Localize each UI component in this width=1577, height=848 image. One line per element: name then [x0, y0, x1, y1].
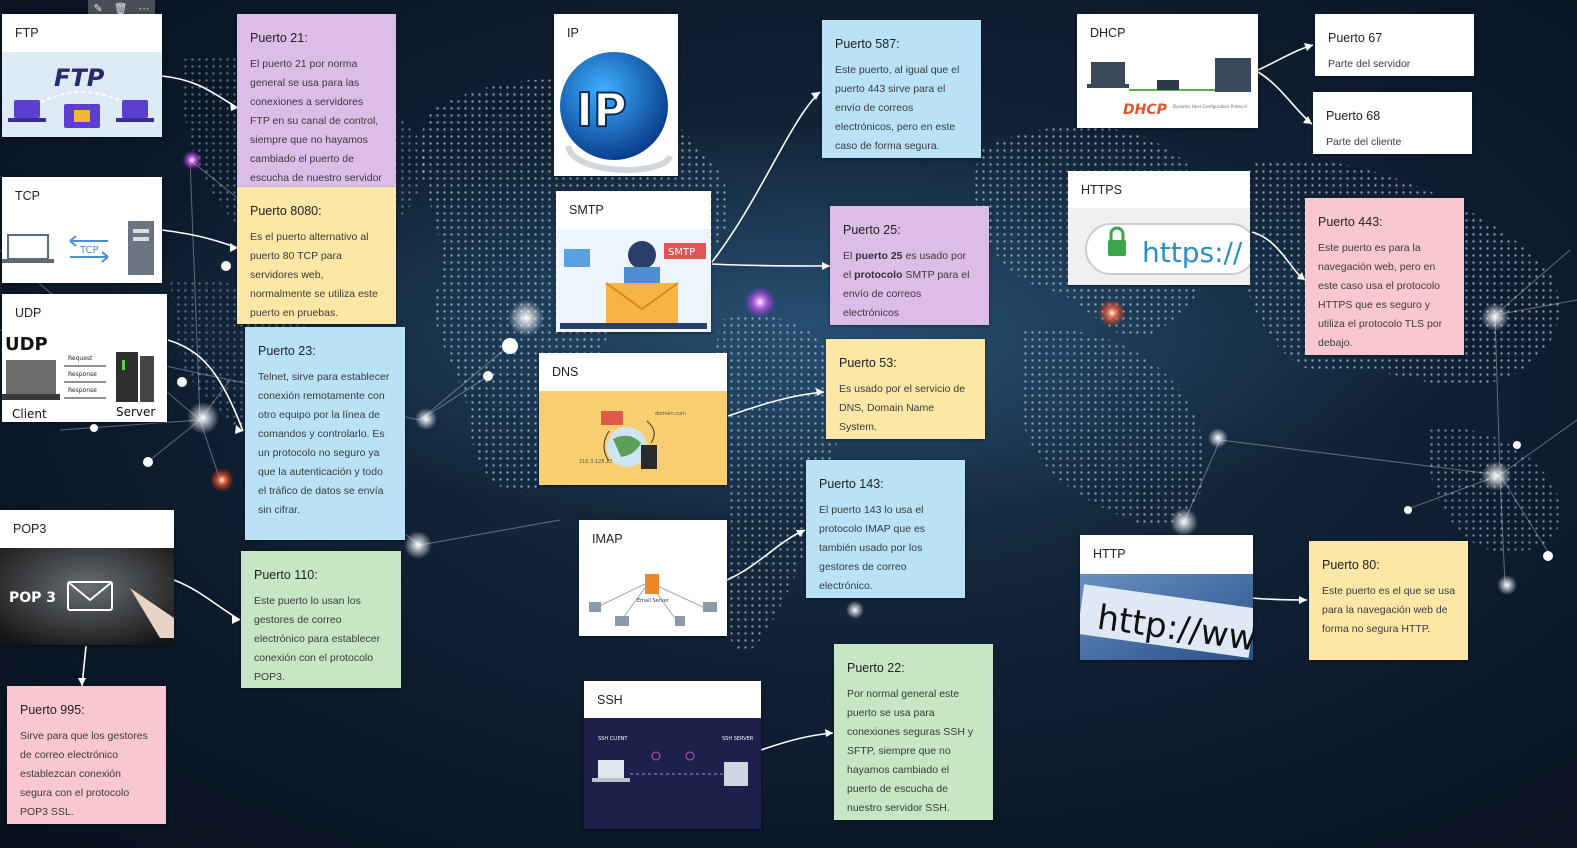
note-body: El puerto 143 lo usa el protocolo IMAP q… — [819, 504, 926, 592]
note-puerto-21[interactable]: Puerto 21: El puerto 21 por norma genera… — [237, 14, 396, 187]
svg-text:Dynamic Host Configuration Pro: Dynamic Host Configuration Protocol — [1173, 104, 1247, 109]
smtp-illustration: SMTP — [556, 229, 711, 332]
svg-text:POP 3: POP 3 — [9, 590, 56, 606]
svg-text:SSH SERVER: SSH SERVER — [722, 736, 754, 742]
note-body: Parte del servidor — [1328, 58, 1411, 70]
note-heading: Puerto 25: — [843, 223, 901, 237]
card-udp[interactable]: UDP UDP Request Response Response Client… — [2, 294, 167, 422]
note-puerto-22[interactable]: Puerto 22: Por normal general este puert… — [834, 644, 993, 820]
svg-text:Email Server: Email Server — [637, 598, 670, 604]
card-http[interactable]: HTTP http://ww — [1080, 535, 1253, 660]
card-title: DHCP — [1090, 26, 1126, 40]
svg-text:domain.com: domain.com — [655, 411, 686, 417]
note-body: El puerto 25 es usado por el protocolo S… — [843, 250, 970, 319]
note-body: Sirve para que los gestores de correo el… — [20, 730, 148, 818]
card-title: POP3 — [13, 522, 47, 536]
note-puerto-443[interactable]: Puerto 443: Este puerto es para la naveg… — [1305, 198, 1464, 355]
svg-text:TCP: TCP — [79, 245, 99, 256]
card-imap[interactable]: IMAP Email Server — [579, 520, 727, 636]
note-heading: Puerto 22: — [847, 661, 905, 675]
note-puerto-110[interactable]: Puerto 110: Este puerto lo usan los gest… — [241, 551, 401, 688]
note-heading: Puerto 21: — [250, 31, 308, 45]
card-pop3[interactable]: POP3 POP 3 — [0, 510, 174, 645]
note-puerto-80[interactable]: Puerto 80: Este puerto es el que se usa … — [1309, 541, 1468, 660]
note-puerto-67[interactable]: Puerto 67 Parte del servidor — [1315, 14, 1474, 76]
pop3-illustration: POP 3 — [0, 548, 174, 645]
dns-illustration: domain.com 216.3.128.12 — [539, 391, 727, 485]
svg-text:https://: https:// — [1142, 236, 1243, 269]
note-body: Este puerto, al igual que el puerto 443 … — [835, 64, 960, 152]
card-title: SMTP — [569, 203, 604, 217]
card-https[interactable]: HTTPS https:// — [1068, 171, 1250, 285]
card-title: DNS — [552, 365, 579, 379]
note-heading: Puerto 110: — [254, 568, 318, 582]
svg-text:Response: Response — [68, 387, 97, 394]
ftp-logo-text: FTP — [54, 64, 105, 92]
note-puerto-23[interactable]: Puerto 23: Telnet, sirve para establecer… — [245, 327, 405, 540]
card-dhcp[interactable]: DHCP DHCP Dynamic Host Configuration Pro… — [1077, 14, 1258, 128]
note-body: Telnet, sirve para establecer conexión r… — [258, 371, 390, 516]
svg-text:Client: Client — [12, 407, 47, 421]
note-puerto-587[interactable]: Puerto 587: Este puerto, al igual que el… — [822, 20, 981, 158]
note-body: El puerto 21 por norma general se usa pa… — [250, 58, 382, 184]
svg-text:Response: Response — [68, 371, 97, 378]
http-illustration: http://ww — [1080, 574, 1253, 660]
svg-text:DHCP: DHCP — [1123, 102, 1168, 118]
card-title: FTP — [15, 26, 39, 40]
svg-text:SSH CLIENT: SSH CLIENT — [598, 736, 628, 742]
card-smtp[interactable]: SMTP SMTP — [556, 191, 711, 332]
note-puerto-53[interactable]: Puerto 53: Es usado por el servicio de D… — [826, 339, 985, 439]
card-title: HTTP — [1093, 547, 1126, 561]
card-dns[interactable]: DNS domain.com 216.3.128.12 — [539, 353, 727, 485]
note-heading: Puerto 68 — [1326, 109, 1381, 123]
note-puerto-68[interactable]: Puerto 68 Parte del cliente — [1313, 92, 1472, 154]
ip-globe-illustration: IP — [560, 52, 673, 173]
svg-text:Request: Request — [68, 355, 93, 362]
card-tcp[interactable]: TCP TCP — [2, 177, 162, 283]
note-heading: Puerto 53: — [839, 356, 897, 370]
note-heading: Puerto 995: — [20, 703, 85, 717]
note-puerto-8080[interactable]: Puerto 8080: Es el puerto alternativo al… — [237, 187, 396, 324]
note-body: Por normal general este puerto se usa pa… — [847, 688, 974, 814]
card-title: TCP — [15, 189, 40, 203]
note-puerto-995[interactable]: Puerto 995: Sirve para que los gestores … — [7, 686, 166, 824]
note-heading: Puerto 443: — [1318, 215, 1383, 229]
ssh-illustration: SSH CLIENT SSH SERVER — [584, 718, 761, 829]
tcp-illustration: TCP — [2, 221, 154, 275]
note-heading: Puerto 80: — [1322, 558, 1380, 572]
card-title: HTTPS — [1081, 183, 1122, 197]
note-puerto-143[interactable]: Puerto 143: El puerto 143 lo usa el prot… — [806, 460, 965, 598]
card-ftp[interactable]: FTP FTP — [2, 14, 162, 137]
card-ip[interactable]: IP IP — [554, 14, 678, 176]
note-heading: Puerto 587: — [835, 37, 900, 51]
svg-text:IP: IP — [576, 83, 627, 137]
card-title: UDP — [15, 306, 42, 320]
card-ssh[interactable]: SSH SSH CLIENT SSH SERVER — [584, 681, 761, 829]
note-heading: Puerto 143: — [819, 477, 884, 491]
svg-text:SMTP: SMTP — [668, 247, 695, 258]
note-body: Este puerto lo usan los gestores de corr… — [254, 595, 381, 683]
dhcp-illustration: DHCP Dynamic Host Configuration Protocol — [1087, 58, 1251, 118]
svg-text:216.3.128.12: 216.3.128.12 — [579, 459, 612, 465]
note-body: Es el puerto alternativo al puerto 80 TC… — [250, 231, 378, 319]
udp-illustration: UDP Request Response Response Client Ser… — [2, 334, 155, 421]
card-title: IMAP — [592, 532, 623, 546]
note-body: Es usado por el servicio de DNS, Domain … — [839, 383, 966, 433]
note-heading: Puerto 23: — [258, 344, 316, 358]
https-illustration: https:// — [1068, 208, 1250, 285]
note-heading: Puerto 8080: — [250, 204, 322, 218]
note-body: Este puerto es el que se usa para la nav… — [1322, 585, 1456, 635]
note-body: Este puerto es para la navegación web, p… — [1318, 242, 1443, 349]
svg-text:UDP: UDP — [5, 334, 48, 355]
imap-illustration: Email Server — [589, 574, 717, 626]
card-title: SSH — [597, 693, 623, 707]
note-puerto-25[interactable]: Puerto 25: El puerto 25 es usado por el … — [830, 206, 989, 325]
svg-text:Server: Server — [116, 405, 155, 419]
note-heading: Puerto 67 — [1328, 31, 1383, 45]
card-title: IP — [567, 26, 579, 40]
ftp-illustration: FTP — [2, 52, 162, 137]
note-body: Parte del cliente — [1326, 136, 1402, 148]
